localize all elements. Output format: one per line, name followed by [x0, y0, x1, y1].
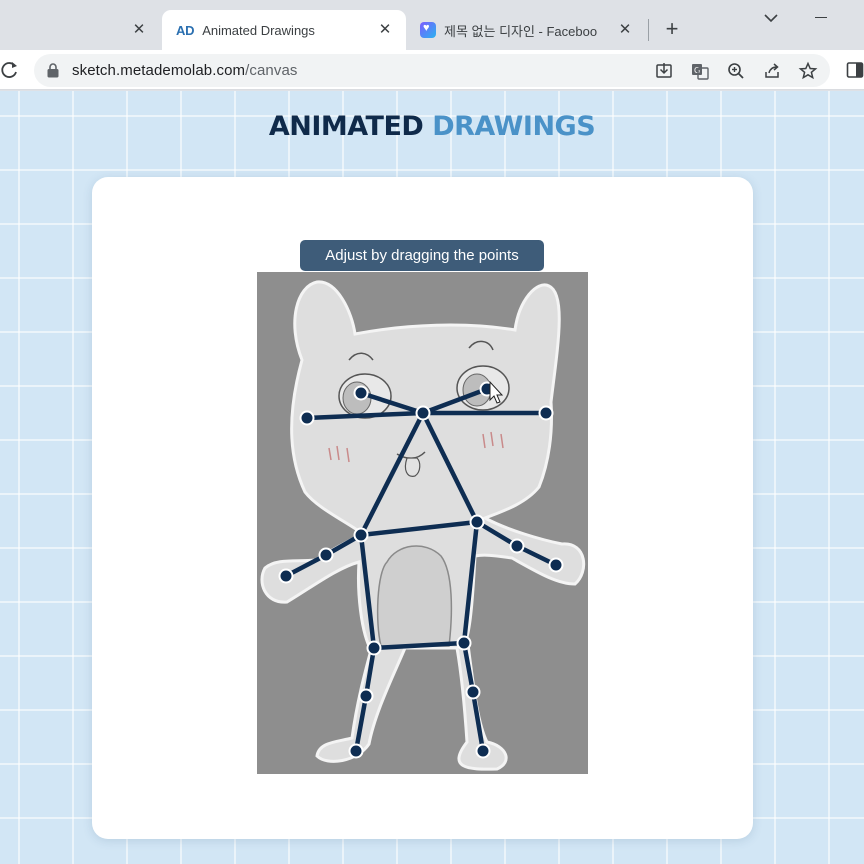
new-tab-button[interactable]: +: [660, 18, 684, 42]
joint-left-shoulder[interactable]: [353, 527, 369, 543]
joint-right-foot[interactable]: [475, 743, 491, 759]
character-tongue: [404, 457, 421, 477]
animated-drawings-favicon: AD: [176, 22, 195, 38]
joint-left-ear[interactable]: [299, 410, 315, 426]
tab-animated-drawings[interactable]: AD Animated Drawings ✕: [162, 10, 406, 50]
joint-right-ear[interactable]: [538, 405, 554, 421]
tab-previous[interactable]: ✕: [0, 10, 160, 50]
tab-close-icon[interactable]: ✕: [616, 21, 634, 39]
drag-hint-tooltip: Adjust by dragging the points: [300, 240, 544, 271]
url-path: /canvas: [245, 62, 298, 79]
tab-strip: ✕ AD Animated Drawings ✕ 제목 없는 디자인 - Fac…: [0, 0, 864, 50]
joint-left-knee[interactable]: [358, 688, 374, 704]
bookmark-star-icon[interactable]: [798, 61, 818, 81]
character-drawing: [260, 280, 586, 771]
reload-icon[interactable]: [0, 60, 20, 80]
address-bar[interactable]: sketch.metademolab.com/canvas G: [34, 54, 830, 87]
character-belly: [376, 545, 453, 647]
browser-toolbar: sketch.metademolab.com/canvas G: [0, 50, 864, 90]
joint-right-elbow[interactable]: [509, 538, 525, 554]
share-icon[interactable]: [762, 61, 782, 81]
joint-left-foot[interactable]: [348, 743, 364, 759]
zoom-icon[interactable]: [726, 61, 746, 81]
tab-facebook[interactable]: 제목 없는 디자인 - Faceboo ✕: [408, 10, 646, 50]
drawing-canvas[interactable]: [257, 272, 588, 774]
tab-title: Animated Drawings: [202, 22, 315, 38]
lock-icon[interactable]: [46, 63, 60, 78]
brand-word-drawings: DRAWINGS: [432, 111, 596, 142]
joint-right-hand[interactable]: [548, 557, 564, 573]
brand-word-animated: ANIMATED: [268, 111, 424, 142]
joint-head[interactable]: [415, 405, 431, 421]
tab-search-chevron-icon[interactable]: [762, 10, 780, 26]
url-text[interactable]: sketch.metademolab.com/canvas: [72, 62, 298, 79]
joint-left-eye[interactable]: [353, 385, 369, 401]
joint-right-knee[interactable]: [465, 684, 481, 700]
tab-close-icon[interactable]: ✕: [130, 21, 148, 39]
joint-right-hip[interactable]: [456, 635, 472, 651]
brand-title: ANIMATED DRAWINGS: [0, 111, 864, 142]
minimize-window-icon[interactable]: [815, 17, 827, 18]
url-host: sketch.metademolab.com: [72, 62, 246, 79]
install-app-icon[interactable]: [654, 61, 674, 81]
joint-left-hand[interactable]: [278, 568, 294, 584]
joint-right-shoulder[interactable]: [469, 514, 485, 530]
side-panel-icon[interactable]: [846, 61, 864, 79]
tab-close-icon[interactable]: ✕: [376, 21, 394, 39]
tab-separator: [648, 19, 649, 41]
translate-icon[interactable]: G: [690, 61, 710, 81]
facebook-favicon-icon: [420, 22, 436, 38]
joint-left-elbow[interactable]: [318, 547, 334, 563]
joint-left-hip[interactable]: [366, 640, 382, 656]
page-background: ANIMATED DRAWINGS Adjust by dragging the…: [0, 91, 864, 864]
tab-title: 제목 없는 디자인 - Faceboo: [444, 23, 598, 39]
character-body-outline: [260, 280, 586, 771]
